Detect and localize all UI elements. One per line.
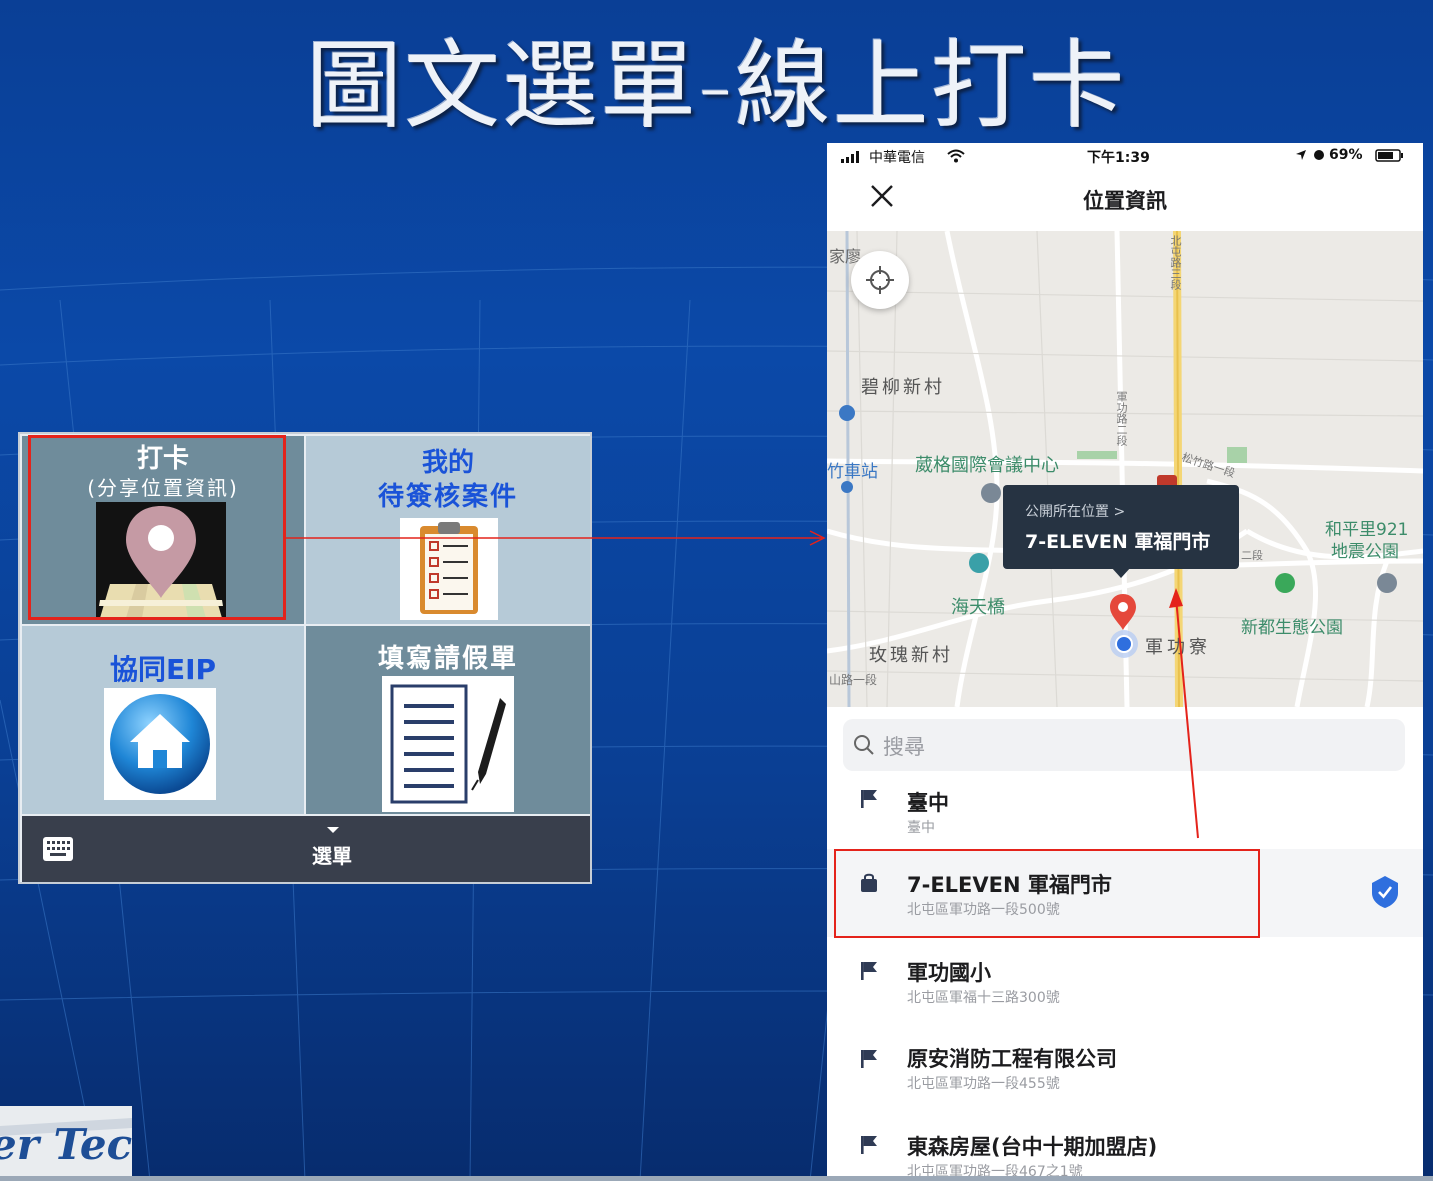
alarm-icon xyxy=(1314,150,1324,160)
place-name: 原安消防工程有限公司 xyxy=(907,1047,1117,1071)
status-bar: 中華電信 下午1:39 69% xyxy=(827,143,1423,169)
map-label: 地震公園 xyxy=(1331,542,1399,562)
place-address: 北屯區軍功路一段455號 xyxy=(907,1076,1060,1092)
search-icon xyxy=(854,735,874,755)
home-icon xyxy=(104,688,216,800)
leave-label: 填寫請假單 xyxy=(377,644,518,674)
chevron-down-icon xyxy=(327,827,339,833)
map-label: 竹車站 xyxy=(827,462,878,482)
current-location-icon xyxy=(1110,630,1138,658)
flag-icon xyxy=(861,962,877,980)
place-list-item[interactable]: 軍功國小 北屯區軍福十三路300號 xyxy=(827,939,1423,1025)
signal-icon xyxy=(841,151,859,163)
map-label: 海天橋 xyxy=(951,597,1005,618)
highlight-box-checkin xyxy=(28,435,286,620)
map-view[interactable]: 家廖 碧柳新村 葳格國際會議中心 竹車站 海天橋 玫瑰新村 軍功寮 和平里921… xyxy=(827,231,1423,707)
eip-label: 協同EIP xyxy=(109,653,217,686)
wifi-icon xyxy=(947,149,965,163)
callout-pointer xyxy=(1111,567,1131,578)
map-label: 家廖 xyxy=(829,247,862,266)
map-label: 新都生態公園 xyxy=(1241,618,1343,638)
pending-sublabel: 待簽核案件 xyxy=(377,482,518,512)
keyboard-icon[interactable] xyxy=(42,836,74,862)
search-placeholder: 搜尋 xyxy=(883,735,925,759)
flag-icon xyxy=(861,790,877,808)
status-time: 下午1:39 xyxy=(1087,150,1150,166)
logo-text: er Tec xyxy=(0,1120,132,1169)
menu-tile-eip[interactable]: 協同EIP xyxy=(22,626,304,814)
bottom-strip xyxy=(0,1176,1433,1181)
slide-title: 圖文選單-線上打卡 xyxy=(306,30,1127,142)
flag-icon xyxy=(861,1050,877,1068)
map-label: 山路一段 xyxy=(829,673,878,687)
location-callout[interactable]: 公開所在位置 > 7-ELEVEN 軍福門市 xyxy=(1003,485,1239,569)
menu-toggle-button[interactable]: 選單 xyxy=(292,840,372,869)
flag-icon xyxy=(861,1136,877,1154)
callout-subtitle: 公開所在位置 > xyxy=(1025,504,1126,520)
map-label: 北屯路三段 xyxy=(1169,235,1182,290)
page-title: 位置資訊 xyxy=(1083,189,1167,213)
place-address: 臺中 xyxy=(907,820,935,836)
company-logo: er Tec xyxy=(0,1106,132,1178)
form-pen-icon xyxy=(382,676,514,812)
search-input[interactable]: 搜尋 xyxy=(843,719,1405,771)
highlight-box-selected-place xyxy=(834,849,1260,938)
menu-footer-bar: 選單 xyxy=(22,816,590,882)
carrier-name: 中華電信 xyxy=(869,150,925,166)
place-name: 軍功國小 xyxy=(907,961,991,985)
menu-tile-leave-form[interactable]: 填寫請假單 xyxy=(306,626,590,814)
place-list-item[interactable]: 原安消防工程有限公司 北屯區軍功路一段455號 xyxy=(827,1027,1423,1113)
phone-screen: 中華電信 下午1:39 69% 位置資訊 家廖 碧柳新村 葳格國際會議中心 竹車… xyxy=(827,143,1423,1181)
map-label: 碧柳新村 xyxy=(861,377,945,398)
place-list-item[interactable]: 東森房屋(台中十期加盟店) 北屯區軍功路一段467之1號 xyxy=(827,1113,1423,1181)
battery-icon xyxy=(1375,149,1403,162)
map-label: 二段 xyxy=(1241,549,1263,562)
verified-check-icon xyxy=(1372,876,1398,908)
pointer-arrow xyxy=(1169,588,1199,839)
map-label: 玫瑰新村 xyxy=(869,645,953,666)
place-address: 北屯區軍福十三路300號 xyxy=(907,990,1060,1006)
place-name: 東森房屋(台中十期加盟店) xyxy=(907,1135,1158,1159)
place-list-item[interactable]: 臺中 臺中 xyxy=(827,773,1423,859)
place-name: 臺中 xyxy=(907,791,949,815)
callout-title: 7-ELEVEN 軍福門市 xyxy=(1025,531,1211,553)
battery-percent: 69% xyxy=(1329,147,1363,163)
map-label: 軍功路二段 xyxy=(1115,391,1128,446)
map-label: 葳格國際會議中心 xyxy=(915,455,1059,476)
crosshair-icon xyxy=(866,266,894,294)
map-pin-icon xyxy=(1110,594,1136,630)
location-arrow-icon xyxy=(1296,150,1306,160)
connector-arrow xyxy=(284,530,826,546)
pending-label: 我的 xyxy=(421,448,474,478)
